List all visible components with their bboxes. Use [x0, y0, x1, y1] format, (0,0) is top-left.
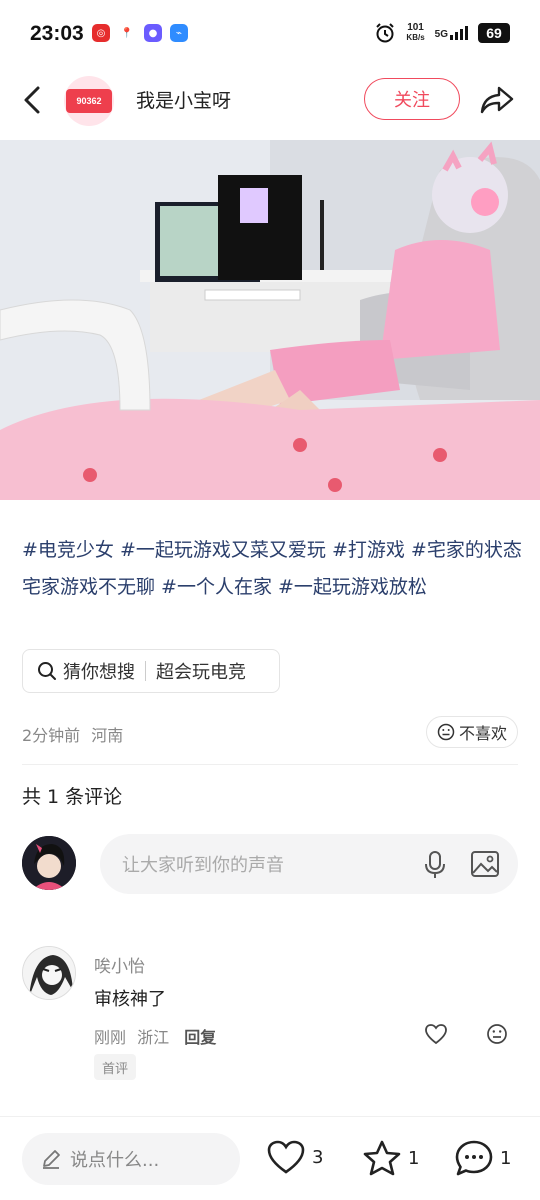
pencil-icon: [43, 1150, 60, 1169]
chevron-left-icon: [24, 86, 40, 114]
map-pin-icon: 📍: [118, 24, 136, 42]
divider: [22, 764, 518, 765]
comment-location: 浙江: [137, 1028, 170, 1047]
battery-indicator: 69: [478, 23, 510, 43]
comment-time: 刚刚: [94, 1028, 127, 1047]
dislike-button[interactable]: 不喜欢: [426, 716, 518, 748]
network-speed: 101 KB/s: [406, 22, 425, 43]
status-bar: 23:03 ◎ 📍 ● ⌁ 101 KB/s 5G 69: [0, 0, 540, 70]
post-photo-illustration: [0, 140, 540, 500]
comment-bubble-icon: [455, 1140, 493, 1176]
alarm-icon: [376, 23, 395, 43]
bottom-action-bar: 说点什么... 3 1 1: [0, 1116, 540, 1200]
star-icon: [363, 1140, 401, 1176]
current-user-avatar: [22, 836, 76, 890]
comment-like-button[interactable]: [424, 1023, 448, 1049]
image-icon[interactable]: [470, 850, 500, 883]
post-image[interactable]: [0, 140, 540, 500]
search-suggestion-prefix: 猜你想搜: [63, 662, 135, 683]
favorite-button[interactable]: 1: [362, 1139, 419, 1177]
app-icon: ●: [144, 24, 162, 42]
hashtag-link[interactable]: #电竞少女: [22, 539, 120, 561]
wifi-app-icon: ⌁: [170, 24, 188, 42]
post-header: 90362 我是小宝呀 关注: [0, 70, 540, 130]
back-button[interactable]: [14, 80, 50, 120]
heart-icon: [267, 1140, 305, 1174]
say-something-input[interactable]: 说点什么...: [22, 1133, 240, 1185]
commenter-name[interactable]: 唉小怡: [94, 952, 145, 977]
post-time: 2分钟前: [22, 726, 81, 745]
comment-dislike-button[interactable]: [486, 1023, 508, 1049]
say-something-placeholder: 说点什么...: [70, 1150, 160, 1171]
hashtag-link[interactable]: #一个人在家: [161, 576, 278, 598]
status-time: 23:03: [30, 22, 84, 45]
hashtag-link[interactable]: #打游戏: [332, 539, 411, 561]
neutral-face-icon: [437, 723, 455, 741]
status-app-icons: ◎ 📍 ● ⌁: [92, 24, 188, 42]
favorite-count: 1: [408, 1147, 420, 1169]
dislike-label: 不喜欢: [458, 724, 507, 743]
follow-button[interactable]: 关注: [364, 78, 460, 120]
comment-input-placeholder: 让大家听到你的声音: [122, 855, 284, 876]
divider: [145, 661, 146, 681]
comment-text: 审核神了: [94, 989, 166, 1010]
microphone-icon[interactable]: [422, 850, 448, 885]
like-count: 3: [312, 1146, 324, 1168]
avatar-badge: 90362: [66, 89, 112, 113]
hashtag-link[interactable]: #一起玩游戏放松: [278, 576, 427, 598]
search-suggestion-chip[interactable]: 猜你想搜 超会玩电竞: [22, 649, 280, 693]
comment-button[interactable]: 1: [454, 1139, 511, 1177]
netease-music-icon: ◎: [92, 24, 110, 42]
comment-count: 共 1 条评论: [22, 786, 123, 808]
first-comment-badge: 首评: [94, 1054, 137, 1080]
share-button[interactable]: [476, 80, 518, 120]
comment-total-count: 1: [500, 1147, 512, 1169]
comment-meta: 刚刚 浙江 回复: [94, 1024, 216, 1048]
hashtag-link[interactable]: #宅家的状态: [411, 539, 522, 561]
signal-icon: 5G: [435, 26, 468, 40]
post-location: 河南: [91, 726, 124, 745]
heart-icon: [425, 1024, 447, 1045]
neutral-face-icon: [487, 1024, 507, 1044]
share-arrow-icon: [480, 86, 514, 114]
search-suggestion-term: 超会玩电竞: [156, 662, 246, 683]
reply-button[interactable]: 回复: [184, 1028, 216, 1047]
like-button[interactable]: 3: [266, 1139, 323, 1175]
search-icon: [37, 661, 57, 681]
commenter-avatar[interactable]: [22, 946, 76, 1000]
comment-input[interactable]: 让大家听到你的声音: [100, 834, 518, 894]
caption-text: 宅家游戏不无聊: [22, 576, 162, 598]
post-caption: #电竞少女 #一起玩游戏又菜又爱玩 #打游戏 #宅家的状态 宅家游戏不无聊 #一…: [22, 532, 522, 606]
hashtag-link[interactable]: #一起玩游戏又菜又爱玩: [120, 539, 332, 561]
author-avatar[interactable]: 90362: [64, 76, 114, 126]
post-meta: 2分钟前 河南: [22, 722, 123, 746]
author-name[interactable]: 我是小宝呀: [136, 86, 231, 113]
